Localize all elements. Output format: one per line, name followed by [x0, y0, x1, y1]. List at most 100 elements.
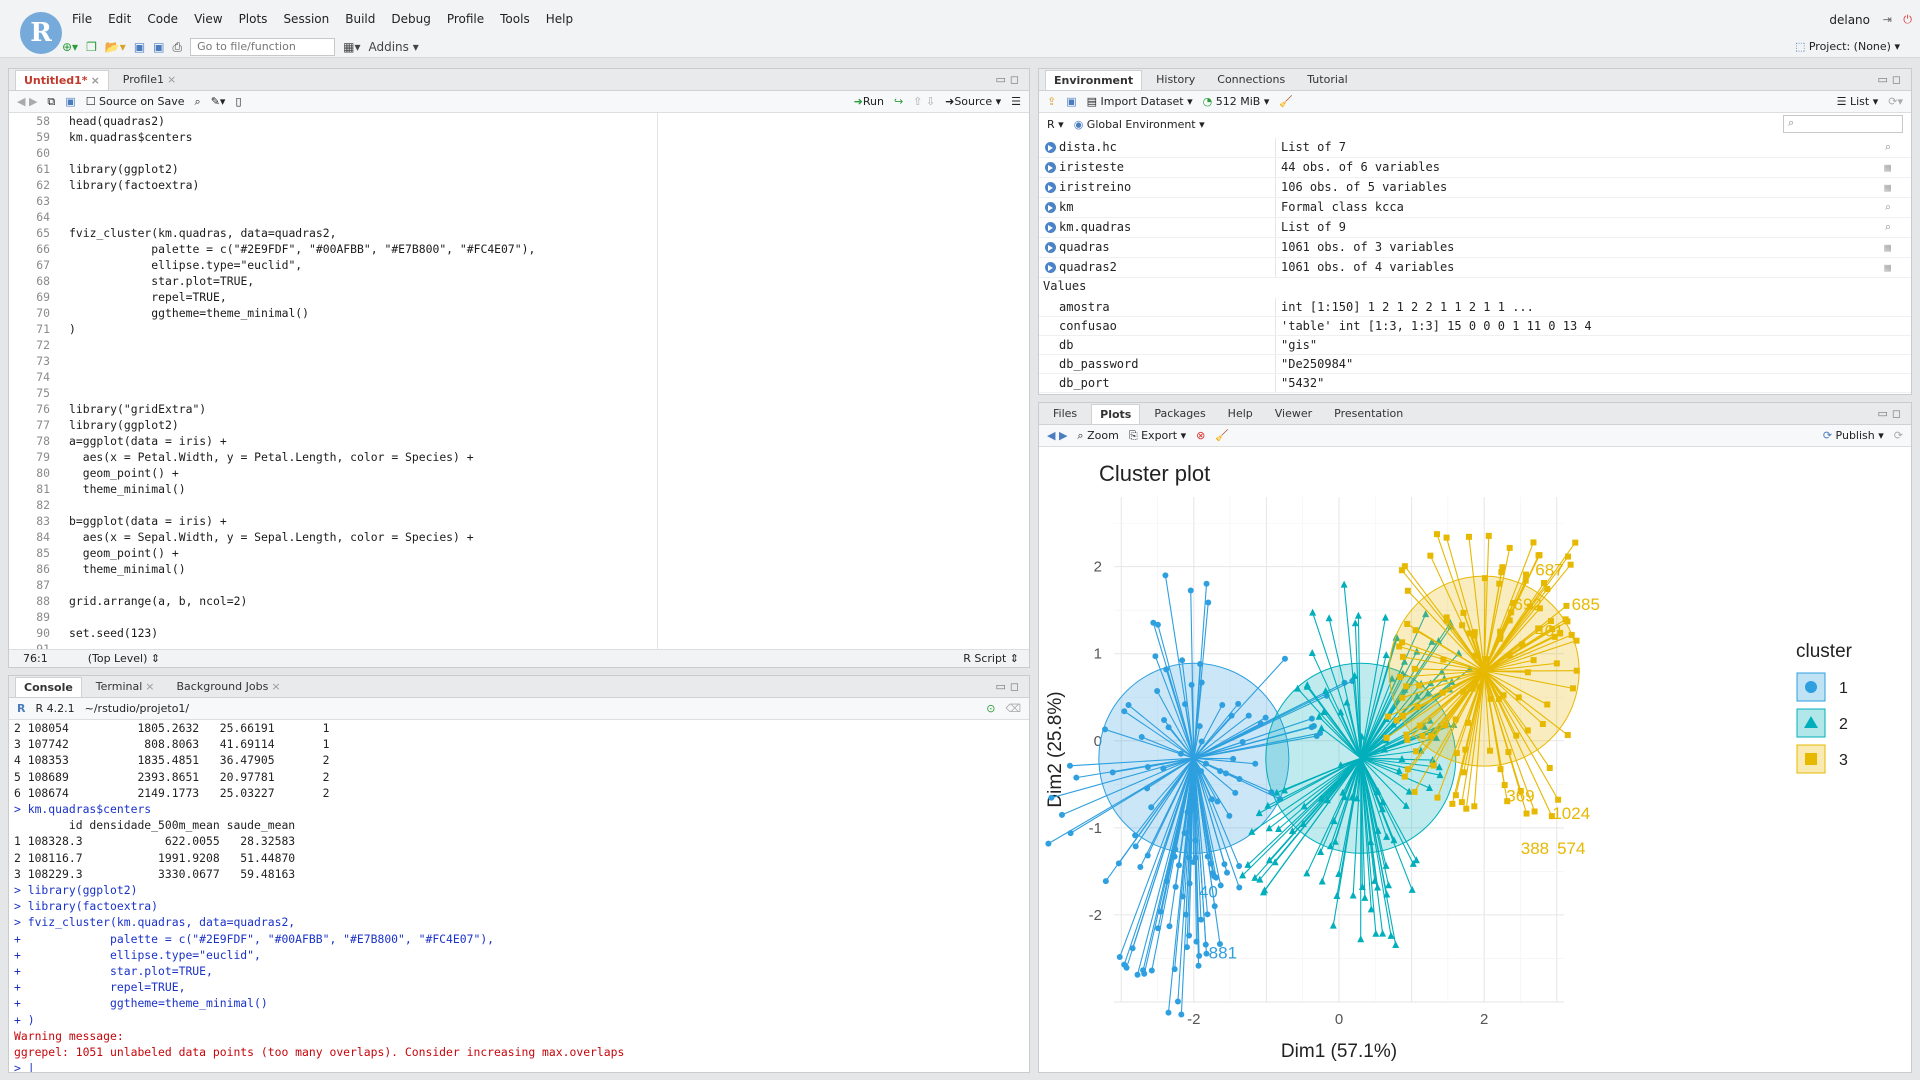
- zoom-button[interactable]: ⌕ Zoom: [1077, 429, 1118, 443]
- code-line[interactable]: geom_point() +: [69, 465, 1029, 481]
- view-icon[interactable]: ⌕: [1884, 141, 1891, 154]
- code-line[interactable]: aes(x = Sepal.Width, y = Sepal.Length, c…: [69, 529, 1029, 545]
- source-on-save-checkbox[interactable]: ☐ Source on Save: [86, 95, 185, 108]
- scope-selector[interactable]: (Top Level) ⇕: [88, 652, 160, 665]
- remove-plot-icon[interactable]: ⊗: [1196, 429, 1205, 442]
- tab-help[interactable]: Help: [1220, 404, 1261, 424]
- window-controls[interactable]: ▭◻: [1877, 407, 1905, 420]
- code-line[interactable]: theme_minimal(): [69, 481, 1029, 497]
- expand-icon[interactable]: [1045, 142, 1056, 153]
- print-icon[interactable]: ⎙: [173, 40, 183, 55]
- close-icon[interactable]: ×: [167, 73, 176, 86]
- environment-row[interactable]: quadras2 1061 obs. of 4 variables ▦: [1039, 258, 1911, 278]
- expand-icon[interactable]: [1045, 262, 1056, 273]
- window-controls[interactable]: ▭◻: [995, 73, 1023, 86]
- publish-button[interactable]: ⟳ Publish ▾: [1823, 429, 1884, 442]
- memory-usage[interactable]: ◔ 512 MiB ▾: [1203, 95, 1270, 108]
- rerun-icon[interactable]: ↪: [894, 95, 903, 108]
- expand-icon[interactable]: [1045, 202, 1056, 213]
- back-icon[interactable]: ◀ ▶: [1047, 429, 1067, 442]
- show-in-window-icon[interactable]: ⧉: [47, 95, 55, 109]
- view-icon[interactable]: ⌕: [1884, 221, 1891, 234]
- code-line[interactable]: library(ggplot2): [69, 161, 1029, 177]
- code-line[interactable]: ): [69, 321, 1029, 337]
- environment-row[interactable]: quadras 1061 obs. of 3 variables ▦: [1039, 238, 1911, 258]
- close-icon[interactable]: ×: [91, 74, 100, 87]
- view-icon[interactable]: ▦: [1884, 161, 1891, 174]
- stop-icon[interactable]: ⊙: [986, 702, 995, 715]
- source-button[interactable]: ➜Source ▾: [945, 95, 1001, 108]
- environment-row[interactable]: iristeste 44 obs. of 6 variables ▦: [1039, 158, 1911, 178]
- outline-icon[interactable]: ☰: [1011, 95, 1021, 108]
- menu-plots[interactable]: Plots: [239, 12, 268, 26]
- magic-wand-icon[interactable]: ✎▾: [211, 95, 226, 108]
- code-line[interactable]: [69, 577, 1029, 593]
- expand-icon[interactable]: [1045, 182, 1056, 193]
- code-line[interactable]: set.seed(123): [69, 625, 1029, 641]
- environment-row[interactable]: dista.hc List of 7 ⌕: [1039, 138, 1911, 158]
- menu-edit[interactable]: Edit: [108, 12, 131, 26]
- broom-icon[interactable]: 🧹: [1215, 429, 1229, 442]
- up-icon[interactable]: ⇧ ⇩: [913, 95, 935, 108]
- value-row[interactable]: amostra int [1:150] 1 2 1 2 2 1 1 2 1 1 .…: [1039, 298, 1911, 317]
- export-button[interactable]: ⎘ Export ▾: [1129, 429, 1186, 443]
- code-line[interactable]: head(quadras2): [69, 113, 1029, 129]
- scope-selector[interactable]: ◉ Global Environment ▾: [1074, 118, 1205, 131]
- code-line[interactable]: ggtheme=theme_minimal(): [69, 305, 1029, 321]
- code-line[interactable]: ellipse.type="euclid",: [69, 257, 1029, 273]
- menu-code[interactable]: Code: [147, 12, 178, 26]
- refresh-icon[interactable]: ⟳: [1894, 429, 1903, 442]
- menu-help[interactable]: Help: [546, 12, 573, 26]
- back-icon[interactable]: ◀ ▶: [17, 95, 37, 108]
- value-row[interactable]: db_password "De250984": [1039, 355, 1911, 374]
- language-selector[interactable]: R ▾: [1047, 118, 1064, 131]
- environment-row[interactable]: iristreino 106 obs. of 5 variables ▦: [1039, 178, 1911, 198]
- close-icon[interactable]: ×: [145, 680, 154, 693]
- environment-row[interactable]: km Formal class kcca ⌕: [1039, 198, 1911, 218]
- tab-console[interactable]: Console: [15, 676, 82, 697]
- sign-out-icon[interactable]: ⇥: [1883, 13, 1892, 26]
- code-line[interactable]: aes(x = Petal.Width, y = Petal.Length, c…: [69, 449, 1029, 465]
- view-icon[interactable]: ▦: [1884, 181, 1891, 194]
- code-line[interactable]: library(factoextra): [69, 177, 1029, 193]
- tab-files[interactable]: Files: [1045, 404, 1085, 424]
- code-area[interactable]: 58 59 60 61 62 63 64 65 66 67 68 69 70 71 72 73 74 75 76 77…: [9, 113, 1029, 649]
- code-line[interactable]: [69, 385, 1029, 401]
- file-type-selector[interactable]: R Script ⇕: [963, 652, 1019, 665]
- code-line[interactable]: library("gridExtra"): [69, 401, 1029, 417]
- save-icon[interactable]: ▣: [134, 40, 145, 54]
- value-row[interactable]: db_port "5432": [1039, 374, 1911, 393]
- tab-viewer[interactable]: Viewer: [1267, 404, 1320, 424]
- project-menu[interactable]: ⬚ Project: (None) ▾: [1795, 40, 1900, 53]
- tab-environment[interactable]: Environment: [1045, 69, 1143, 90]
- load-workspace-icon[interactable]: ⇪: [1047, 95, 1056, 108]
- menu-build[interactable]: Build: [345, 12, 375, 26]
- code-line[interactable]: geom_point() +: [69, 545, 1029, 561]
- tab-background-jobs[interactable]: Background Jobs ×: [169, 677, 289, 697]
- code-lines[interactable]: head(quadras2) km.quadras$centers library(…: [69, 113, 1029, 649]
- layout-icon[interactable]: ▦▾: [343, 40, 360, 54]
- code-line[interactable]: a=ggplot(data = iris) +: [69, 433, 1029, 449]
- expand-icon[interactable]: [1045, 242, 1056, 253]
- code-line[interactable]: fviz_cluster(km.quadras, data=quadras2,: [69, 225, 1029, 241]
- code-line[interactable]: grid.arrange(a, b, ncol=2): [69, 593, 1029, 609]
- broom-icon[interactable]: 🧹: [1279, 95, 1293, 108]
- tab-untitled1[interactable]: Untitled1* ×: [15, 69, 109, 90]
- clear-console-icon[interactable]: ⌫: [1005, 702, 1021, 715]
- power-icon[interactable]: ⏻: [1903, 13, 1912, 27]
- expand-icon[interactable]: [1045, 162, 1056, 173]
- code-line[interactable]: [69, 497, 1029, 513]
- menu-session[interactable]: Session: [283, 12, 329, 26]
- tab-connections[interactable]: Connections: [1209, 70, 1293, 90]
- environment-row[interactable]: km.quadras List of 9 ⌕: [1039, 218, 1911, 238]
- view-icon[interactable]: ▦: [1884, 261, 1891, 274]
- value-row[interactable]: db "gis": [1039, 336, 1911, 355]
- code-line[interactable]: b=ggplot(data = iris) +: [69, 513, 1029, 529]
- new-file-icon[interactable]: ⊕▾: [62, 40, 78, 54]
- view-icon[interactable]: ▦: [1884, 241, 1891, 254]
- code-line[interactable]: [69, 337, 1029, 353]
- tab-presentation[interactable]: Presentation: [1326, 404, 1411, 424]
- open-file-icon[interactable]: 📂▾: [105, 40, 126, 54]
- value-row[interactable]: confusao 'table' int [1:3, 1:3] 15 0 0 0 …: [1039, 317, 1911, 336]
- code-line[interactable]: theme_minimal(): [69, 561, 1029, 577]
